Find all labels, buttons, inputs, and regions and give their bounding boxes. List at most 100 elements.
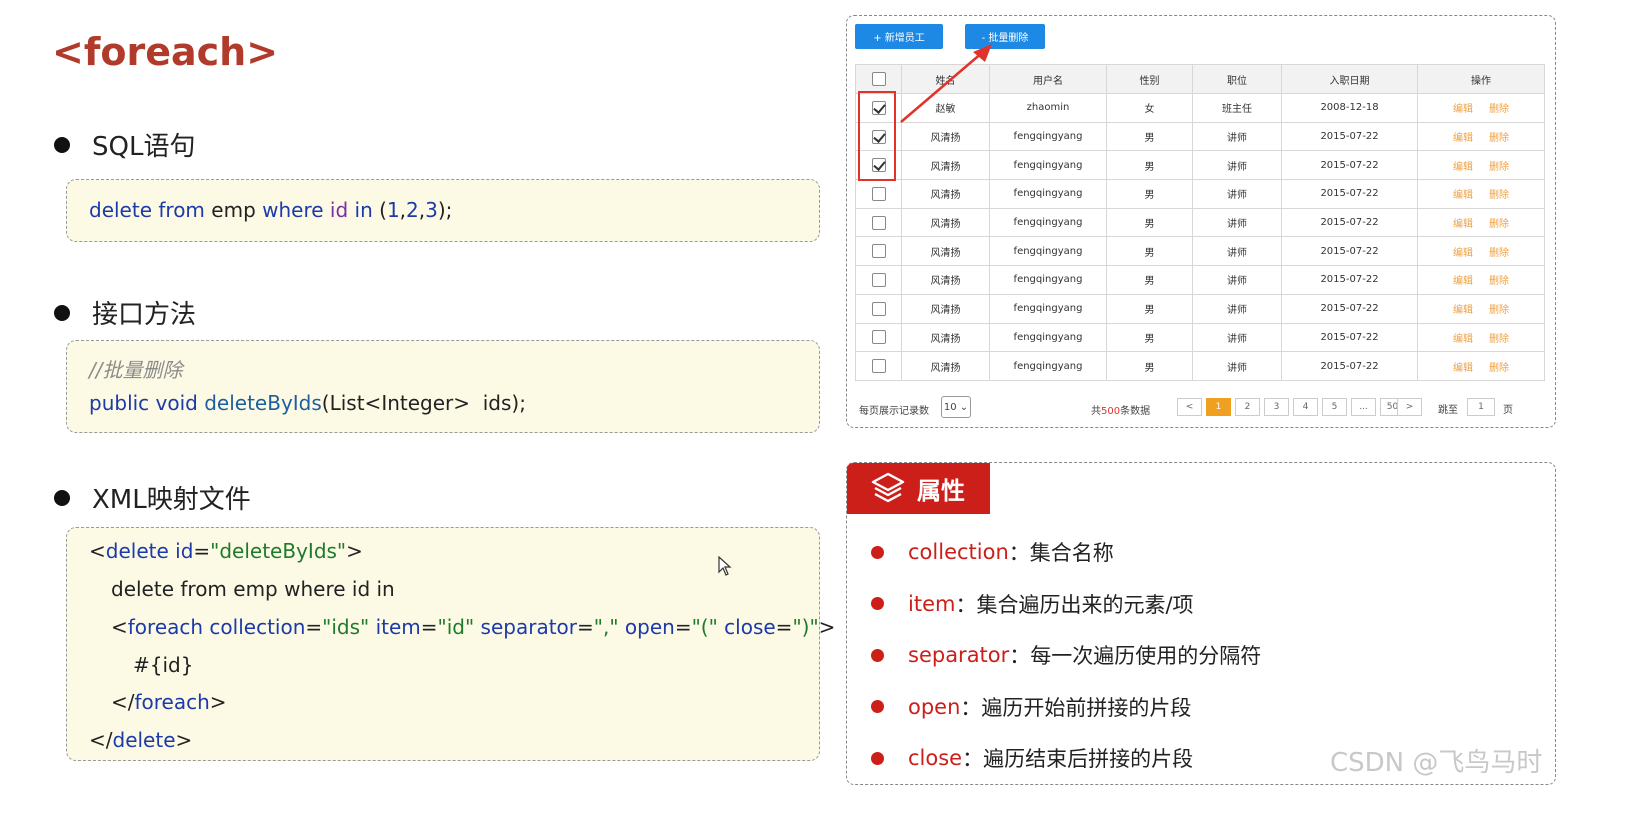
- method-modifiers: public void: [89, 391, 205, 415]
- cell-gender: 男: [1106, 351, 1193, 381]
- xml-line-delete-close: </delete>: [89, 728, 192, 752]
- cell-position: 讲师: [1192, 121, 1282, 152]
- attribute-item: separator：每一次遍历使用的分隔符: [871, 640, 1261, 670]
- row-checkbox-cell: [855, 179, 902, 209]
- edit-link[interactable]: 编辑: [1453, 305, 1473, 316]
- delete-link[interactable]: 删除: [1489, 276, 1509, 287]
- cell-position: 讲师: [1192, 322, 1282, 353]
- page-button[interactable]: 5: [1322, 398, 1347, 416]
- delete-link[interactable]: 删除: [1489, 162, 1509, 173]
- row-checkbox[interactable]: [871, 301, 886, 316]
- edit-link[interactable]: 编辑: [1453, 248, 1473, 259]
- xml-eq: =: [193, 539, 211, 563]
- page-button[interactable]: 3: [1264, 398, 1289, 416]
- row-checkbox[interactable]: [871, 215, 886, 230]
- cell-date: 2015-07-22: [1281, 265, 1418, 295]
- xml-eq: =: [305, 615, 323, 639]
- edit-link[interactable]: 编辑: [1453, 276, 1473, 287]
- attribute-item: collection：集合名称: [871, 537, 1114, 567]
- attribute-separator: ：: [962, 747, 984, 771]
- edit-link[interactable]: 编辑: [1453, 334, 1473, 345]
- cell-gender: 男: [1106, 293, 1193, 324]
- delete-link[interactable]: 删除: [1489, 133, 1509, 144]
- table-row: 风清扬 fengqingyang 男讲师 2015-07-22 编辑 删除: [855, 121, 1545, 152]
- bullet-dot: [54, 489, 70, 506]
- edit-link[interactable]: 编辑: [1453, 133, 1473, 144]
- cell-position: 讲师: [1192, 236, 1282, 267]
- edit-link[interactable]: 编辑: [1453, 162, 1473, 173]
- xml-line-foreach-close: </foreach>: [111, 690, 227, 714]
- cell-actions: 编辑 删除: [1417, 179, 1545, 209]
- cell-username: fengqingyang: [989, 351, 1107, 381]
- attribute-description: 集合遍历出来的元素/项: [976, 592, 1194, 617]
- row-checkbox[interactable]: [871, 359, 886, 374]
- jump-page-input[interactable]: 1: [1467, 398, 1495, 416]
- batch-delete-button[interactable]: - 批量删除: [965, 24, 1045, 49]
- xml-attr: close: [717, 615, 776, 639]
- row-checkbox[interactable]: [871, 186, 886, 201]
- delete-link[interactable]: 删除: [1489, 305, 1509, 316]
- column-header: 性别: [1106, 64, 1193, 94]
- page-button[interactable]: 1: [1206, 398, 1231, 416]
- per-page-select[interactable]: 10 ⌄: [941, 396, 971, 418]
- attribute-key: close: [908, 746, 963, 770]
- bullet-dot: [871, 597, 884, 610]
- cell-username: fengqingyang: [989, 179, 1107, 209]
- xml-eq: =: [577, 615, 594, 639]
- employee-table-panel: + 新增员工 - 批量删除 姓名 用户名 性别 职位 入职日期 操作 赵敏 zha…: [846, 15, 1556, 428]
- table-row: 风清扬 fengqingyang 男讲师 2015-07-22 编辑 删除: [855, 351, 1545, 381]
- xml-attr: item: [369, 615, 421, 639]
- bullet-dot: [54, 304, 70, 321]
- edit-link[interactable]: 编辑: [1453, 190, 1473, 201]
- attribute-key: open: [908, 694, 961, 719]
- method-code-box: //批量删除 public void deleteByIds(List<Inte…: [66, 340, 820, 433]
- chevron-down-icon: ⌄: [959, 401, 969, 413]
- delete-link[interactable]: 删除: [1489, 334, 1509, 345]
- cell-name: 风清扬: [901, 121, 990, 152]
- attribute-description: 遍历结束后拼接的片段: [983, 747, 1194, 771]
- sql-column: id: [323, 198, 349, 222]
- add-employee-button[interactable]: + 新增员工: [855, 24, 943, 49]
- cell-position: 讲师: [1192, 150, 1282, 181]
- page-unit-label: 页: [1503, 405, 1513, 416]
- cell-actions: 编辑 删除: [1417, 121, 1545, 152]
- xml-lt: </: [89, 728, 113, 752]
- sql-paren-open: (: [372, 198, 387, 222]
- xml-lt: <: [89, 539, 106, 563]
- prev-page-button[interactable]: <: [1177, 398, 1202, 416]
- delete-link[interactable]: 删除: [1489, 190, 1509, 201]
- delete-link[interactable]: 删除: [1489, 104, 1509, 115]
- cell-username: zhaomin: [989, 93, 1107, 123]
- cell-gender: 男: [1106, 179, 1193, 209]
- page-button[interactable]: 2: [1235, 398, 1260, 416]
- row-checkbox-cell: [855, 322, 902, 353]
- delete-link[interactable]: 删除: [1489, 219, 1509, 230]
- cell-gender: 男: [1106, 265, 1193, 295]
- delete-link[interactable]: 删除: [1489, 363, 1509, 374]
- xml-tag: delete: [112, 728, 176, 752]
- row-checkbox[interactable]: [871, 272, 886, 287]
- row-checkbox-cell: [855, 236, 902, 267]
- row-checkbox[interactable]: [871, 330, 886, 345]
- xml-lt: </: [111, 690, 135, 714]
- page-button[interactable]: 4: [1293, 398, 1318, 416]
- method-comment: //批量删除: [89, 358, 183, 382]
- xml-attr: separator: [474, 615, 578, 639]
- xml-eq: =: [674, 615, 692, 639]
- xml-code-box: <delete id="deleteByIds"> delete from em…: [66, 527, 835, 761]
- select-all-checkbox[interactable]: [871, 72, 886, 86]
- cell-date: 2015-07-22: [1281, 236, 1418, 267]
- header-select-all[interactable]: [855, 64, 902, 94]
- attributes-panel: 属性 collection：集合名称 item：集合遍历出来的元素/项 separa…: [846, 462, 1556, 785]
- edit-link[interactable]: 编辑: [1453, 363, 1473, 374]
- edit-link[interactable]: 编辑: [1453, 219, 1473, 230]
- edit-link[interactable]: 编辑: [1453, 104, 1473, 115]
- page-button[interactable]: ...: [1351, 398, 1376, 416]
- xml-gt: >: [346, 539, 363, 563]
- attributes-header: 属性: [847, 463, 990, 514]
- next-page-button[interactable]: >: [1397, 398, 1422, 416]
- attribute-separator: ：: [1008, 541, 1030, 565]
- delete-link[interactable]: 删除: [1489, 248, 1509, 259]
- row-checkbox[interactable]: [871, 244, 886, 259]
- total-prefix: 共: [1091, 406, 1101, 417]
